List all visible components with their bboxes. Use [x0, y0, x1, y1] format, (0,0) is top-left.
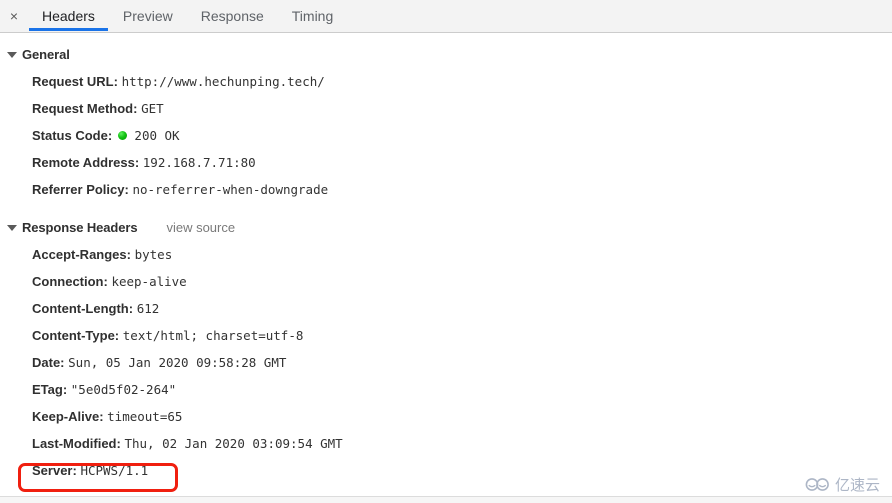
- close-icon[interactable]: ×: [0, 0, 28, 32]
- header-key: ETag:: [32, 382, 68, 397]
- section-header-response-headers[interactable]: Response Headers view source: [0, 214, 892, 241]
- header-value: 200 OK: [134, 128, 180, 143]
- header-row-last-modified: Last-Modified: Thu, 02 Jan 2020 03:09:54…: [0, 430, 892, 457]
- header-value: http://www.hechunping.tech/: [121, 74, 325, 89]
- header-row-request-url: Request URL: http://www.hechunping.tech/: [0, 68, 892, 95]
- bottom-strip: [0, 497, 892, 503]
- tab-headers-label: Headers: [42, 8, 95, 24]
- tab-response[interactable]: Response: [187, 0, 278, 32]
- header-row-request-method: Request Method: GET: [0, 95, 892, 122]
- header-value: keep-alive: [111, 274, 187, 289]
- header-value: Sun, 05 Jan 2020 09:58:28 GMT: [68, 355, 287, 370]
- tab-preview[interactable]: Preview: [109, 0, 187, 32]
- watermark: 亿速云: [805, 474, 880, 495]
- tab-headers[interactable]: Headers: [28, 0, 109, 32]
- header-row-content-type: Content-Type: text/html; charset=utf-8: [0, 322, 892, 349]
- header-key: Referrer Policy:: [32, 182, 129, 197]
- section-header-general[interactable]: General: [0, 41, 892, 68]
- devtools-tab-bar: × Headers Preview Response Timing: [0, 0, 892, 33]
- header-row-etag: ETag: "5e0d5f02-264": [0, 376, 892, 403]
- header-value: HCPWS/1.1: [80, 463, 149, 478]
- chevron-down-icon[interactable]: [7, 51, 17, 58]
- header-key: Connection:: [32, 274, 108, 289]
- header-key: Content-Length:: [32, 301, 134, 316]
- header-key: Last-Modified:: [32, 436, 121, 451]
- header-row-referrer-policy: Referrer Policy: no-referrer-when-downgr…: [0, 176, 892, 203]
- view-source-link[interactable]: view source: [166, 220, 235, 235]
- tab-timing[interactable]: Timing: [278, 0, 348, 32]
- tab-timing-label: Timing: [291, 8, 334, 24]
- status-ok-icon: [117, 131, 127, 141]
- chevron-down-icon[interactable]: [7, 224, 17, 231]
- header-value: bytes: [134, 247, 173, 262]
- header-value: GET: [141, 101, 164, 116]
- tab-preview-label: Preview: [122, 8, 173, 24]
- header-key: Keep-Alive:: [32, 409, 104, 424]
- header-key: Status Code:: [32, 128, 113, 143]
- section-title-general: General: [22, 47, 70, 62]
- header-row-status-code: Status Code: 200 OK: [0, 122, 892, 149]
- header-row-content-length: Content-Length: 612: [0, 295, 892, 322]
- watermark-text: 亿速云: [834, 476, 880, 494]
- header-row-date: Date: Sun, 05 Jan 2020 09:58:28 GMT: [0, 349, 892, 376]
- header-key: Accept-Ranges:: [32, 247, 131, 262]
- header-value: 612: [136, 301, 160, 316]
- header-key: Remote Address:: [32, 155, 140, 170]
- tab-response-label: Response: [200, 8, 264, 24]
- header-key: Server:: [32, 463, 77, 478]
- header-value: "5e0d5f02-264": [70, 382, 177, 397]
- header-key: Request Method:: [32, 101, 138, 116]
- header-value: 192.168.7.71:80: [142, 155, 256, 170]
- header-row-remote-address: Remote Address: 192.168.7.71:80: [0, 149, 892, 176]
- header-value: text/html; charset=utf-8: [122, 328, 304, 343]
- header-key: Date:: [32, 355, 65, 370]
- header-row-keep-alive: Keep-Alive: timeout=65: [0, 403, 892, 430]
- header-row-connection: Connection: keep-alive: [0, 268, 892, 295]
- header-value: Thu, 02 Jan 2020 03:09:54 GMT: [124, 436, 343, 451]
- header-row-server: Server: HCPWS/1.1: [0, 457, 892, 484]
- watermark-logo-icon: [805, 477, 831, 492]
- section-title-response-headers: Response Headers: [22, 220, 138, 235]
- header-key: Content-Type:: [32, 328, 120, 343]
- header-value: no-referrer-when-downgrade: [132, 182, 329, 197]
- header-key: Request URL:: [32, 74, 118, 89]
- header-value: timeout=65: [107, 409, 183, 424]
- header-row-accept-ranges: Accept-Ranges: bytes: [0, 241, 892, 268]
- headers-pane: General Request URL: http://www.hechunpi…: [0, 33, 892, 496]
